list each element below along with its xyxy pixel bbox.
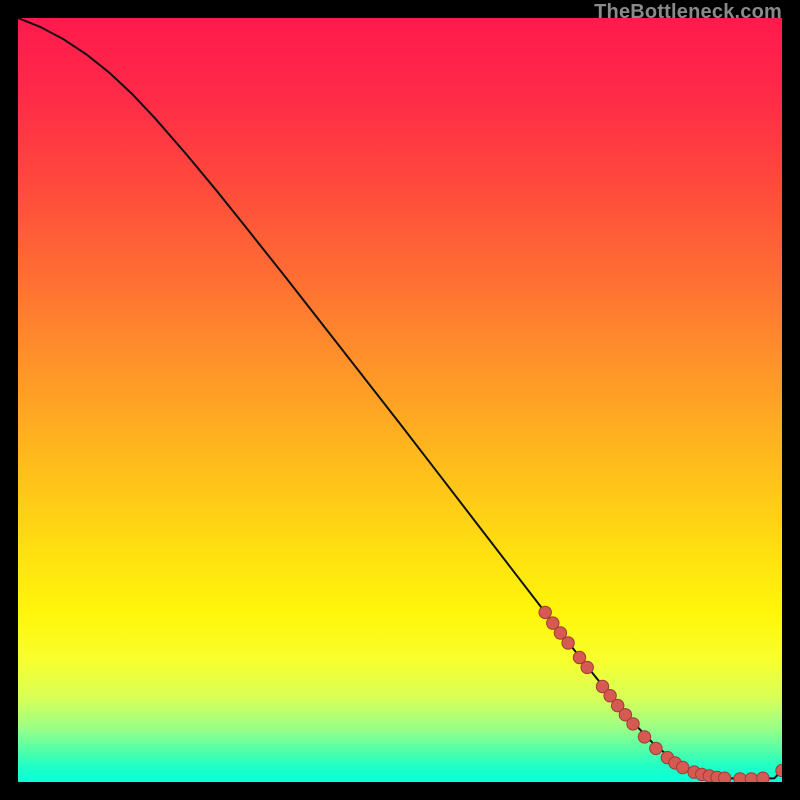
data-point (757, 772, 769, 782)
plot-area (18, 18, 782, 782)
points-layer (539, 606, 782, 782)
watermark-label: TheBottleneck.com (594, 1, 782, 24)
data-point (627, 718, 639, 730)
bottleneck-curve (18, 18, 782, 779)
data-point (562, 637, 574, 649)
data-point (745, 773, 757, 782)
data-point (677, 761, 689, 773)
chart-stage: TheBottleneck.com (0, 0, 800, 800)
data-point (719, 772, 731, 782)
chart-svg (18, 18, 782, 782)
data-point (638, 731, 650, 743)
data-point (539, 606, 551, 618)
data-point (734, 773, 746, 782)
curve-layer (18, 18, 782, 779)
data-point (650, 742, 662, 754)
data-point (581, 661, 593, 673)
